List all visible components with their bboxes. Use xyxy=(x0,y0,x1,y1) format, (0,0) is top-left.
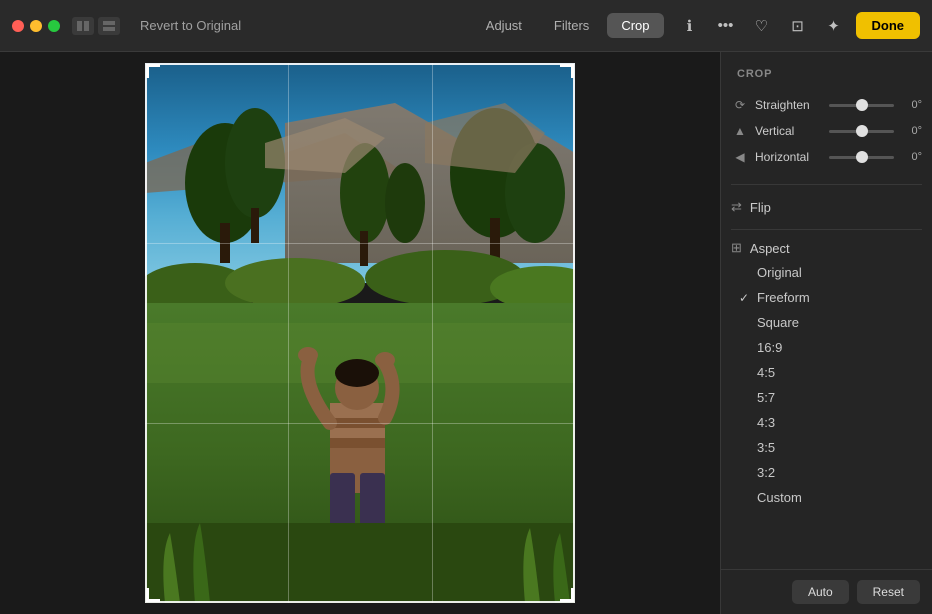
toolbar-icons: ℹ ••• ♡ ⊡ ✦ xyxy=(680,16,844,36)
vertical-row: ▲ Vertical 0° xyxy=(731,118,922,144)
straighten-slider[interactable] xyxy=(829,104,894,107)
panel-title: CROP xyxy=(721,52,932,92)
photo-area xyxy=(0,52,720,614)
aspect-list: Original Freeform Square 16:9 4:5 5:7 4:… xyxy=(721,260,932,510)
horizontal-label: Horizontal xyxy=(755,150,823,164)
divider-2 xyxy=(731,229,922,230)
aspect-5-7-label: 5:7 xyxy=(757,390,775,405)
aspect-original-label: Original xyxy=(757,265,802,280)
aspect-square-label: Square xyxy=(757,315,799,330)
fullscreen-button[interactable] xyxy=(48,20,60,32)
aspect-item-original[interactable]: Original xyxy=(731,260,922,285)
copy-icon[interactable]: ⊡ xyxy=(788,16,808,36)
horizontal-icon: ◀ xyxy=(731,148,749,166)
panel-footer: Auto Reset xyxy=(721,569,932,614)
straighten-label: Straighten xyxy=(755,98,823,112)
view-toggle-1[interactable] xyxy=(72,17,94,35)
aspect-item-5-7[interactable]: 5:7 xyxy=(731,385,922,410)
auto-button[interactable]: Auto xyxy=(792,580,849,604)
aspect-4-3-label: 4:3 xyxy=(757,415,775,430)
revert-to-original-button[interactable]: Revert to Original xyxy=(132,14,249,37)
photo-frame xyxy=(145,63,575,603)
aspect-header: ⊞ Aspect xyxy=(721,236,932,260)
main-content: CROP ⟳ Straighten 0° ▲ Vertical 0° xyxy=(0,52,932,614)
aspect-4-5-label: 4:5 xyxy=(757,365,775,380)
aspect-custom-label: Custom xyxy=(757,490,802,505)
tab-crop[interactable]: Crop xyxy=(607,13,663,38)
photo-image xyxy=(145,63,575,603)
info-icon[interactable]: ℹ xyxy=(680,16,700,36)
flip-icon: ⇄ xyxy=(731,199,742,215)
aspect-item-custom[interactable]: Custom xyxy=(731,485,922,510)
done-button[interactable]: Done xyxy=(856,12,921,39)
flip-row[interactable]: ⇄ Flip xyxy=(721,191,932,223)
aspect-freeform-label: Freeform xyxy=(757,290,810,305)
more-icon[interactable]: ••• xyxy=(716,16,736,36)
traffic-lights xyxy=(12,20,60,32)
aspect-3-5-label: 3:5 xyxy=(757,440,775,455)
minimize-button[interactable] xyxy=(30,20,42,32)
aspect-title: Aspect xyxy=(750,241,790,256)
vertical-icon: ▲ xyxy=(731,122,749,140)
tab-adjust[interactable]: Adjust xyxy=(472,13,536,38)
heart-icon[interactable]: ♡ xyxy=(752,16,772,36)
horizontal-row: ◀ Horizontal 0° xyxy=(731,144,922,170)
tab-filters[interactable]: Filters xyxy=(540,13,603,38)
aspect-icon: ⊞ xyxy=(731,240,742,256)
right-panel: CROP ⟳ Straighten 0° ▲ Vertical 0° xyxy=(720,52,932,614)
aspect-item-3-2[interactable]: 3:2 xyxy=(731,460,922,485)
aspect-item-4-3[interactable]: 4:3 xyxy=(731,410,922,435)
sliders-section: ⟳ Straighten 0° ▲ Vertical 0° ◀ Horizont… xyxy=(721,92,932,178)
aspect-item-3-5[interactable]: 3:5 xyxy=(731,435,922,460)
close-button[interactable] xyxy=(12,20,24,32)
straighten-row: ⟳ Straighten 0° xyxy=(731,92,922,118)
straighten-icon: ⟳ xyxy=(731,96,749,114)
divider-1 xyxy=(731,184,922,185)
vertical-value: 0° xyxy=(900,125,922,137)
aspect-item-4-5[interactable]: 4:5 xyxy=(731,360,922,385)
view-toggle-2[interactable] xyxy=(98,17,120,35)
reset-button[interactable]: Reset xyxy=(857,580,920,604)
horizontal-value: 0° xyxy=(900,151,922,163)
aspect-3-2-label: 3:2 xyxy=(757,465,775,480)
horizontal-slider[interactable] xyxy=(829,156,894,159)
nav-tabs: Adjust Filters Crop xyxy=(472,13,664,38)
vertical-label: Vertical xyxy=(755,124,823,138)
straighten-value: 0° xyxy=(900,99,922,111)
aspect-item-square[interactable]: Square xyxy=(731,310,922,335)
aspect-item-freeform[interactable]: Freeform xyxy=(731,285,922,310)
vertical-slider[interactable] xyxy=(829,130,894,133)
photo-container[interactable] xyxy=(145,63,575,603)
aspect-item-16-9[interactable]: 16:9 xyxy=(731,335,922,360)
magic-icon[interactable]: ✦ xyxy=(824,16,844,36)
flip-label: Flip xyxy=(750,200,771,215)
titlebar: Revert to Original Adjust Filters Crop ℹ… xyxy=(0,0,932,52)
aspect-16-9-label: 16:9 xyxy=(757,340,782,355)
window-view-buttons xyxy=(72,17,120,35)
